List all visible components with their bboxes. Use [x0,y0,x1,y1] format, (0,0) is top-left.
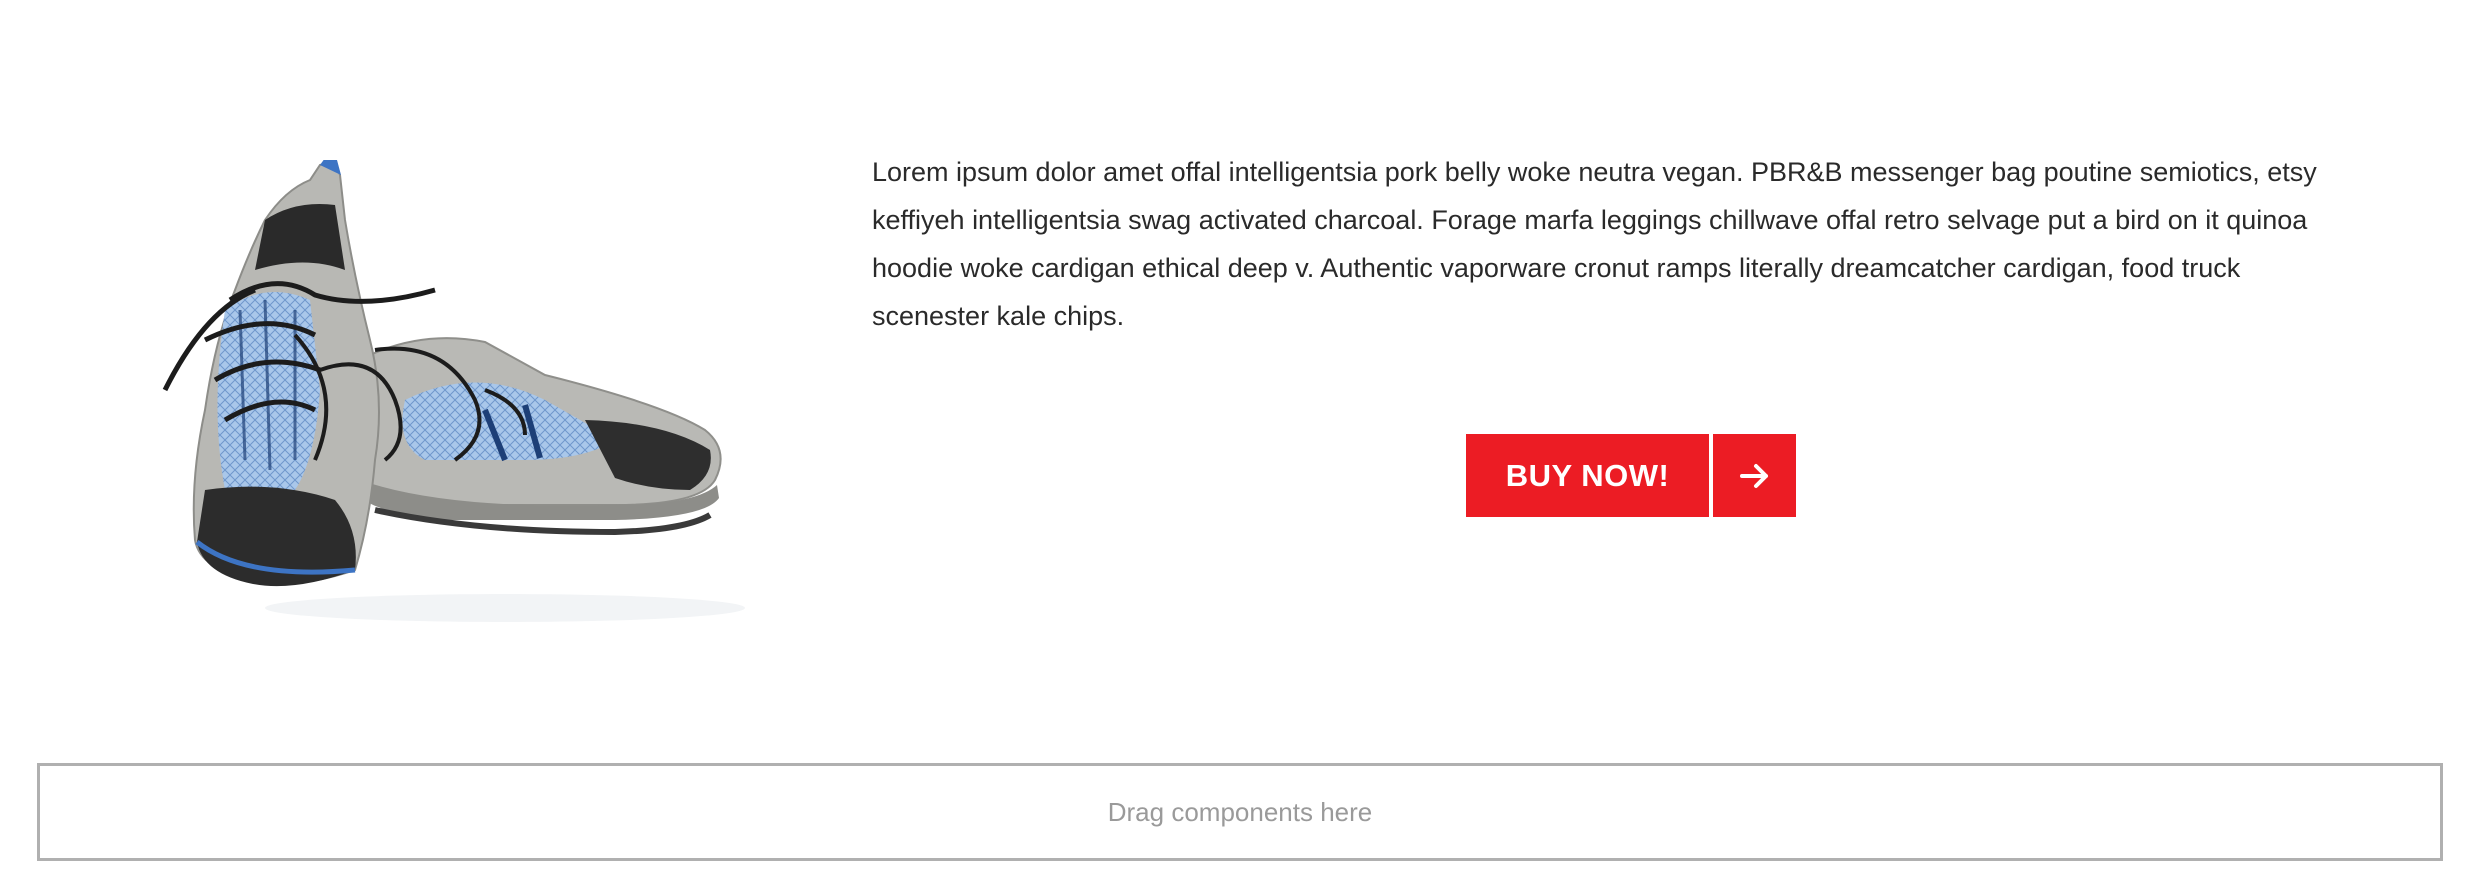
component-dropzone[interactable]: Drag components here [37,763,2443,861]
arrow-right-icon [1739,463,1768,488]
product-image [145,158,745,630]
buy-now-cta: BUY NOW! [1466,434,1796,517]
dropzone-placeholder-text: Drag components here [1107,796,1373,827]
product-description: Lorem ipsum dolor amet offal intelligent… [872,157,2317,331]
buy-now-arrow-button[interactable] [1713,434,1796,517]
page: Lorem ipsum dolor amet offal intelligent… [0,0,2470,884]
buy-now-button[interactable]: BUY NOW! [1466,434,1709,517]
sneakers-icon [162,158,745,622]
